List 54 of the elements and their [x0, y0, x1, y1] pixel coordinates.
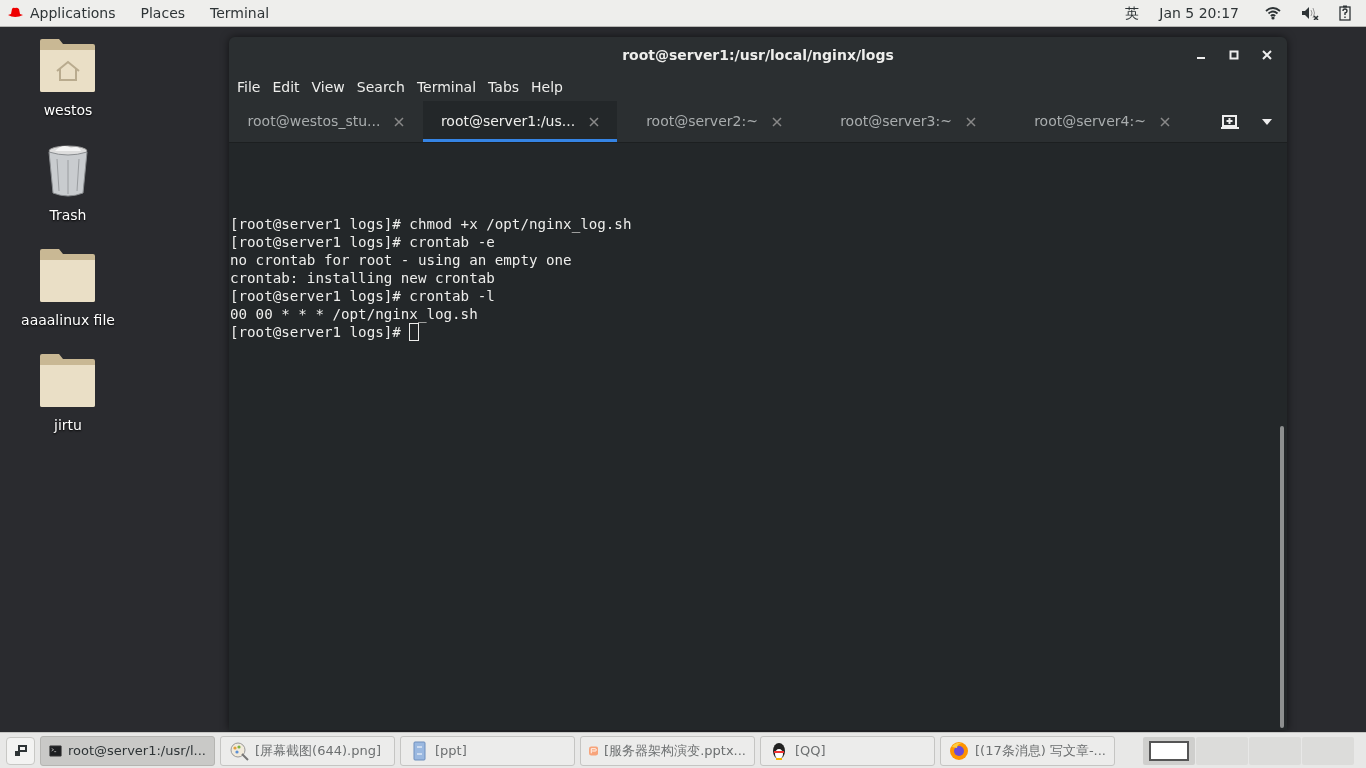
image-viewer-icon: [229, 740, 249, 761]
taskbar-window-button[interactable]: [ppt]: [400, 735, 575, 766]
terminal-line: [root@server1 logs]#: [230, 323, 402, 341]
input-method-indicator[interactable]: 英: [1125, 2, 1140, 24]
terminal-line: no crontab for root - using an empty one: [230, 251, 572, 269]
hat-logo-icon: [7, 7, 24, 19]
menu-item[interactable]: Search: [350, 74, 411, 100]
terminal-line: [root@server1 logs]# chmod +x /opt/nginx_log.sh: [230, 215, 632, 233]
desktop-icon-label[interactable]: westos: [43, 100, 93, 121]
menu-item[interactable]: Tabs: [482, 74, 526, 100]
terminal-tab[interactable]: root@server4:~: [1005, 101, 1199, 142]
folder-icon[interactable]: [39, 248, 97, 304]
taskbar-window-button[interactable]: [服务器架构演变.pptx...: [580, 735, 755, 766]
desktop-icon-label[interactable]: Trash: [49, 205, 87, 226]
folder-icon[interactable]: [39, 353, 97, 409]
taskbar-window-button[interactable]: root@server1:/usr/l...: [40, 735, 215, 766]
home-folder-icon[interactable]: [39, 38, 97, 94]
menu-item[interactable]: File: [231, 74, 267, 100]
window-title: root@server1:/usr/local/nginx/logs: [622, 45, 894, 65]
menu-item[interactable]: View: [305, 74, 351, 100]
menu-item[interactable]: Edit: [266, 74, 306, 100]
menu-item[interactable]: Help: [525, 74, 569, 100]
window-thumbnail: [1149, 740, 1189, 761]
menu-item[interactable]: Terminal: [410, 74, 483, 100]
taskbar-window-button[interactable]: [(17条消息) 写文章-...: [940, 735, 1115, 766]
top-menu-item[interactable]: Places: [140, 2, 186, 24]
top-menu-item[interactable]: Applications: [30, 2, 116, 24]
scrollbar-track[interactable]: [1276, 143, 1287, 730]
taskbar-window-button[interactable]: [QQ]: [760, 735, 935, 766]
terminal-tab[interactable]: root@server3:~: [811, 101, 1005, 142]
terminal-line: crontab: installing new crontab: [230, 269, 495, 287]
battery-unknown-icon[interactable]: [1339, 5, 1351, 21]
speaker-muted-icon[interactable]: [1301, 6, 1319, 20]
terminal-line: [root@server1 logs]# crontab -l: [230, 287, 495, 305]
fox-globe-icon: [949, 740, 969, 761]
desktop-icon-label[interactable]: aaaalinux file: [21, 310, 115, 331]
desktop-icon-label[interactable]: jirtu: [54, 415, 82, 436]
terminal-tab[interactable]: root@westos_stu...: [229, 101, 423, 142]
terminal-tab[interactable]: root@server2:~: [617, 101, 811, 142]
scrollbar-thumb[interactable]: [1280, 426, 1284, 728]
workspace-switcher[interactable]: [1143, 736, 1195, 765]
terminal-line: [root@server1 logs]# crontab -e: [230, 233, 495, 251]
workspace-switcher[interactable]: [1196, 736, 1248, 765]
clock[interactable]: Jan 5 20:17: [1159, 2, 1239, 24]
dropdown-caret-icon[interactable]: [1261, 117, 1273, 126]
text-cursor: [409, 323, 420, 341]
new-tab-icon[interactable]: [1221, 113, 1239, 130]
top-menu-item[interactable]: Terminal: [210, 2, 270, 24]
terminal-line: 00 00 * * * /opt/nginx_log.sh: [230, 305, 478, 323]
show-desktop-button[interactable]: [6, 736, 35, 765]
terminal-tab[interactable]: root@server1:/us...: [423, 101, 617, 142]
windows-icon: [13, 744, 28, 757]
wifi-icon[interactable]: [1265, 6, 1281, 20]
taskbar-window-button[interactable]: [屏幕截图(644).png]: [220, 735, 395, 766]
